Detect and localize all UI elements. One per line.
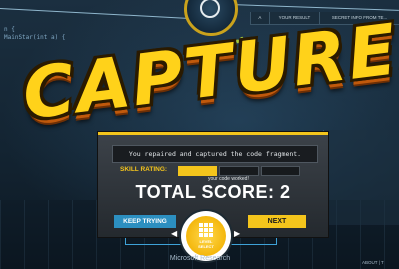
skill-rating-segment (260, 166, 300, 176)
level-select-line2: SELECT (198, 244, 214, 249)
footer-links[interactable]: ABOUT | T (362, 260, 384, 265)
keep-trying-button[interactable]: KEEP TRYING (114, 215, 176, 228)
arrow-left-icon: ◀ (171, 229, 178, 238)
total-score: TOTAL SCORE: 2 (135, 182, 291, 202)
skill-rating-segment (178, 166, 218, 176)
code-line: n { (4, 26, 15, 33)
skill-rating-label: SKILL RATING: (120, 166, 168, 173)
result-message: You repaired and captured the code fragm… (112, 145, 318, 163)
skill-rating-meter (178, 166, 300, 176)
level-select-button[interactable]: LEVEL SELECT (186, 216, 226, 256)
arrow-right-icon: ▶ (234, 229, 241, 238)
side-panel (323, 130, 399, 225)
skill-rating-segment (219, 166, 259, 176)
level-select-label: LEVEL SELECT (186, 239, 226, 249)
footer-brand: Microsoft Research (169, 255, 231, 262)
grid-icon (199, 223, 213, 237)
code-line: MainStar(int a) { (4, 34, 66, 41)
next-button[interactable]: NEXT (248, 215, 306, 228)
